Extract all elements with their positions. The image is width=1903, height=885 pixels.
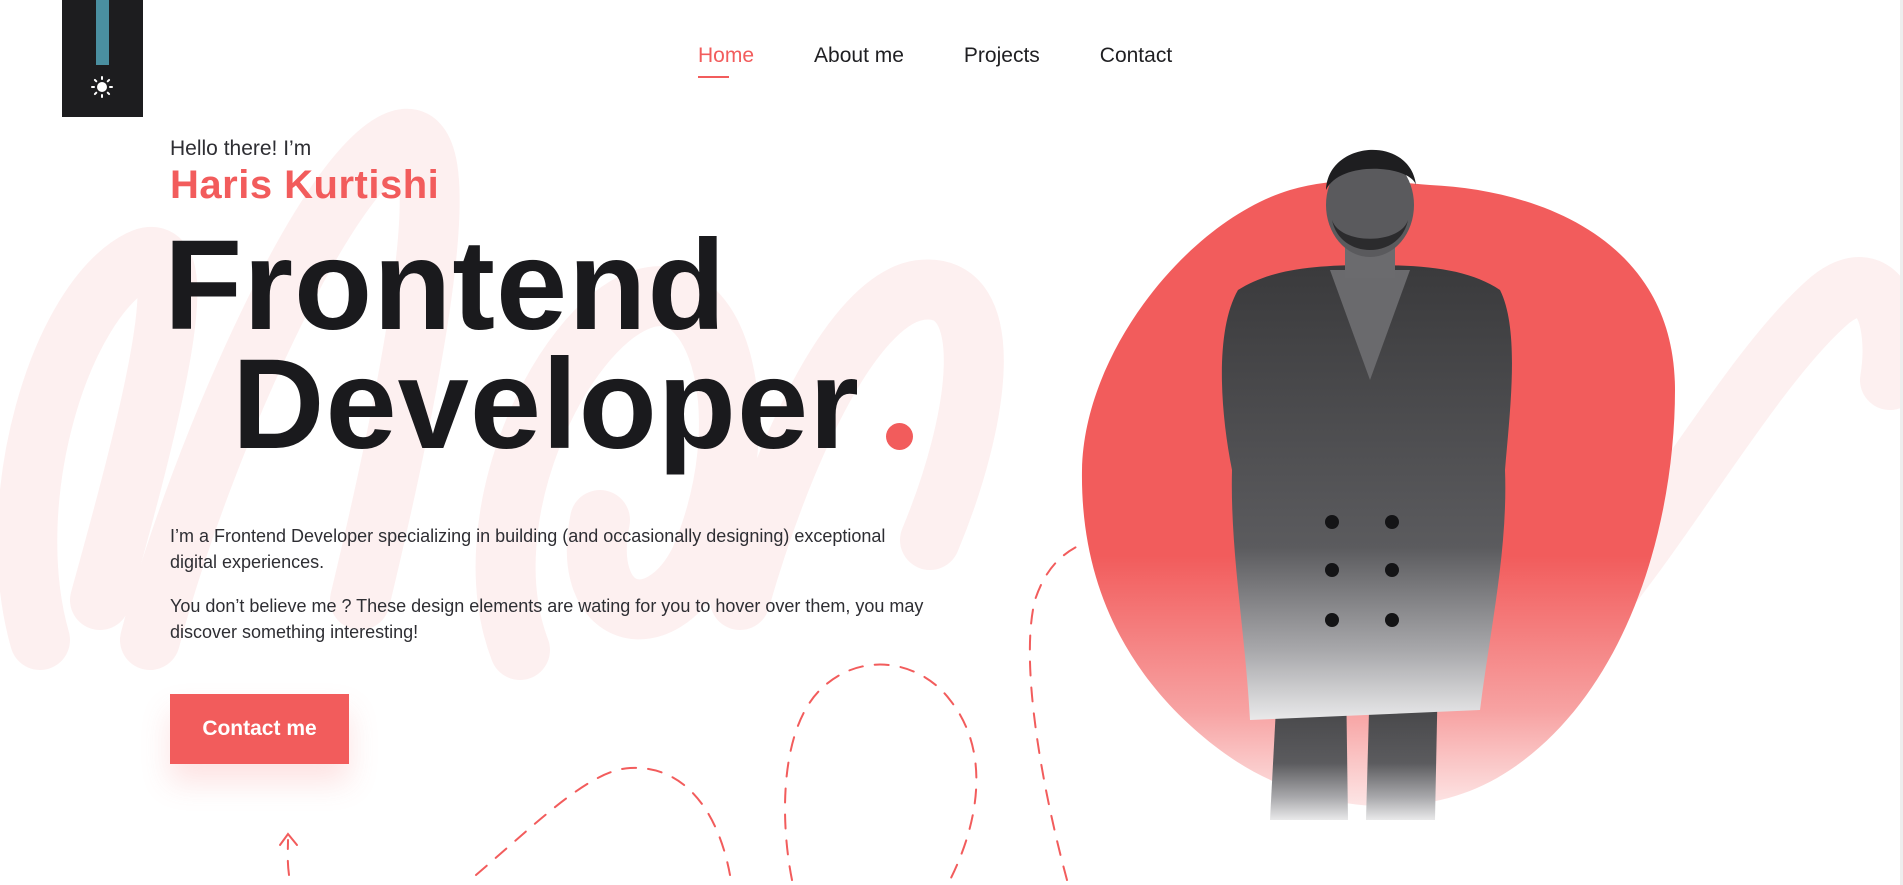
- headline-line-1: Frontend: [164, 214, 727, 357]
- hero-intro-paragraph: I’m a Frontend Developer specializing in…: [170, 526, 886, 572]
- hero-name: Haris Kurtishi: [170, 163, 440, 207]
- theme-toggle-bar: [96, 0, 109, 65]
- portrait-illustration: [1081, 149, 1675, 820]
- contact-me-button[interactable]: Contact me: [170, 694, 349, 764]
- nav-item-about-me[interactable]: About me: [814, 44, 904, 78]
- theme-toggle-panel: [62, 0, 143, 117]
- hero-hover-hint-paragraph: You don’t believe me ? These design elem…: [170, 596, 924, 642]
- headline-line-2: Developer: [232, 333, 860, 476]
- headline-accent-dot: [886, 423, 913, 450]
- nav-item-contact[interactable]: Contact: [1100, 44, 1172, 78]
- main-navigation: Home About me Projects Contact: [698, 44, 1172, 78]
- nav-item-projects[interactable]: Projects: [964, 44, 1040, 78]
- hero-greeting: Hello there! I’m: [170, 137, 312, 160]
- sun-icon[interactable]: [91, 76, 113, 98]
- nav-item-home[interactable]: Home: [698, 44, 754, 78]
